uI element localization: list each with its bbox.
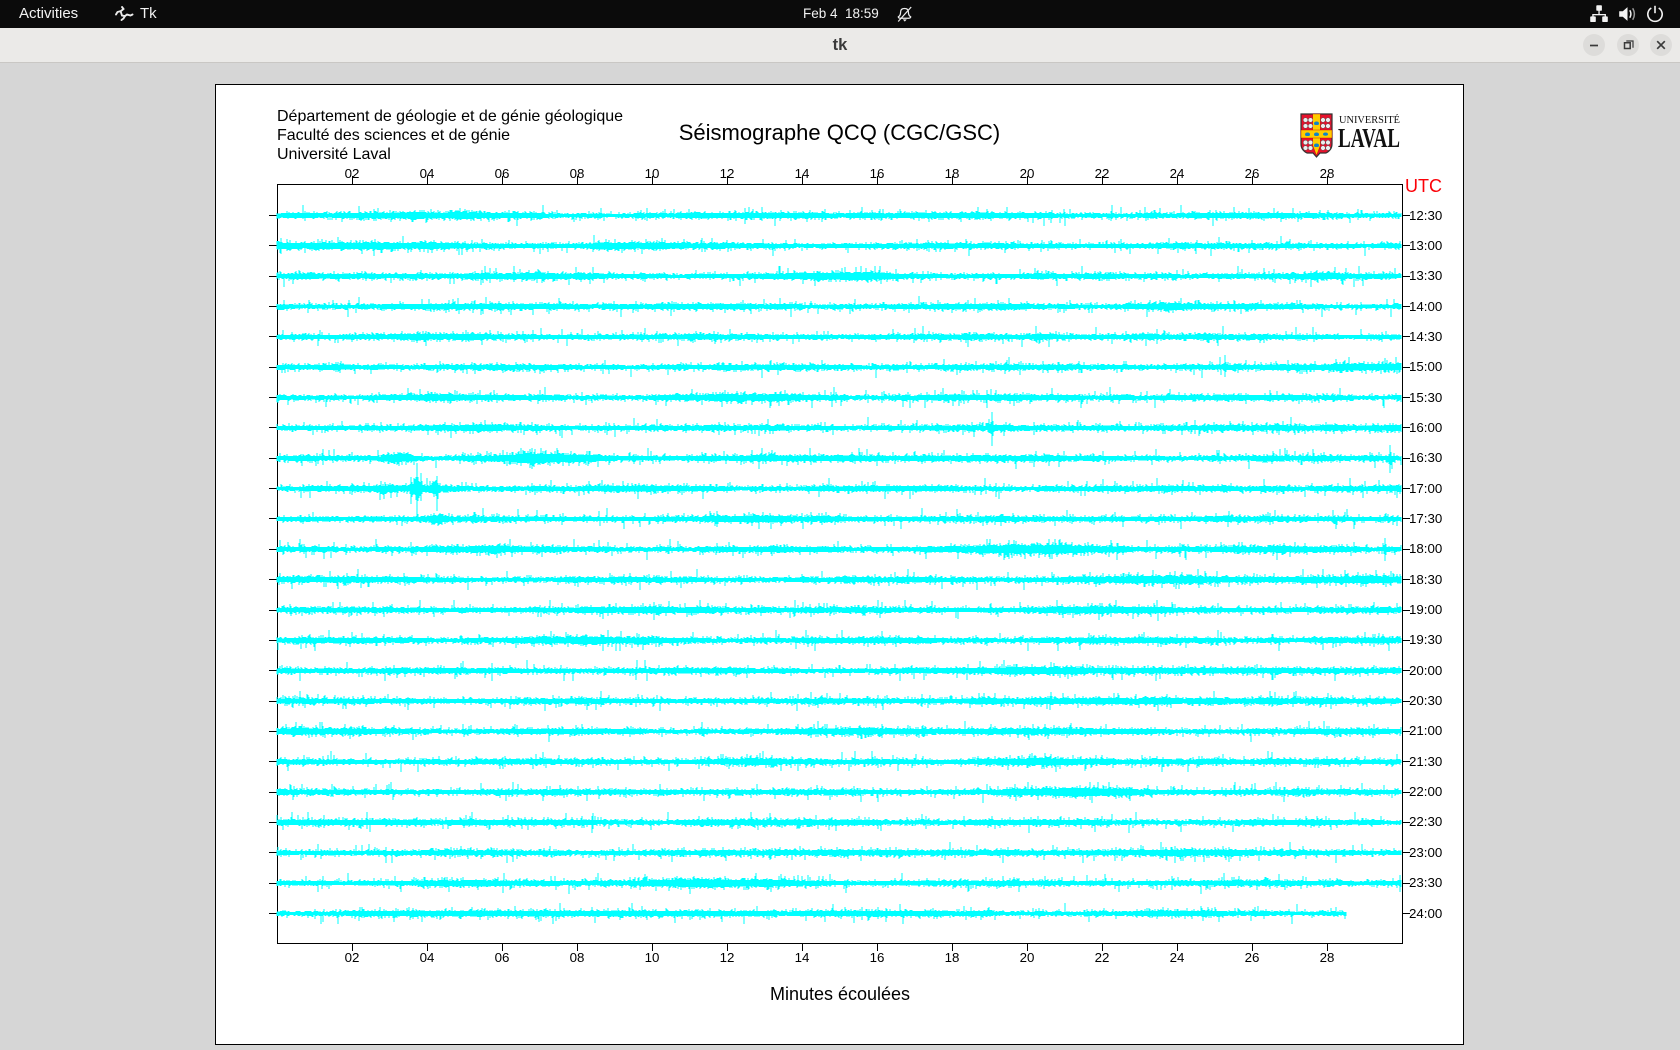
svg-text:LAVAL: LAVAL <box>1338 123 1400 153</box>
